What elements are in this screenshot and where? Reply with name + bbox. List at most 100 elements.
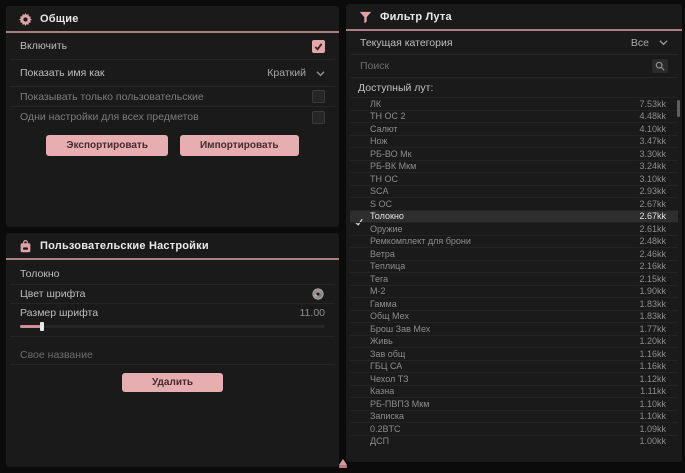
loot-item-value: 2.93kk [639,186,666,196]
loot-row[interactable]: Зав общ 1.16kk [350,347,678,360]
loot-row[interactable]: Чехол ТЗ 1.12kk [350,372,678,385]
selected-item-name: Толокно [20,268,60,280]
funnel-icon [358,10,372,24]
color-wheel-icon[interactable] [311,287,325,301]
delete-button[interactable]: Удалить [122,373,223,392]
loot-item-value: 1.16kk [639,349,666,359]
loot-item-name: Чехол ТЗ [370,374,409,384]
loot-item-name: Живь [370,336,393,346]
same-settings-checkbox[interactable] [312,111,325,124]
loot-item-value: 4.48kk [639,111,666,121]
loot-row[interactable]: Гамма 1.83kk [350,297,678,310]
loot-row[interactable]: 0.2BTC 1.09kk [350,422,678,435]
loot-item-name: ГБЦ СА [370,361,402,371]
font-size-slider[interactable] [20,325,325,328]
loot-row[interactable]: Ветра 2.46kk [350,247,678,260]
loot-item-name: ТН ОС [370,174,398,184]
chevron-down-icon [316,69,325,78]
loot-row[interactable]: Толокно 2.67kk [350,210,678,223]
category-dropdown[interactable]: Все [631,37,668,49]
loot-item-name: Ветра [370,249,395,259]
loot-item-value: 2.15kk [639,274,666,284]
loot-item-value: 1.12kk [639,374,666,384]
loot-item-value: 2.61kk [639,224,666,234]
loot-row[interactable]: ДСП 1.00kk [350,435,678,448]
category-value: Все [631,37,649,49]
name-display-dropdown[interactable]: Краткий [267,67,325,79]
resize-grip[interactable] [337,459,349,471]
loot-row[interactable]: ЛК 7.53kk [350,97,678,110]
loot-filter-title: Фильтр Лута [380,11,452,23]
custom-name-row: Свое название [10,345,335,365]
available-loot-label: Доступный лут: [358,82,433,94]
loot-row[interactable]: РБ-ВК Мкм 3.24kk [350,160,678,173]
loot-row[interactable]: Тега 2.15kk [350,272,678,285]
loot-row[interactable]: Записка 1.10kk [350,410,678,423]
category-label: Текущая категория [360,37,453,49]
loot-row[interactable]: Брош Зав Мех 1.77kk [350,322,678,335]
enable-checkbox[interactable] [312,40,325,53]
loot-item-value: 1.83kk [639,311,666,321]
loot-row[interactable]: S ОС 2.67kk [350,197,678,210]
loot-item-value: 4.10kk [639,124,666,134]
loot-item-name: РБ-ПВПЗ Мкм [370,399,429,409]
loot-row[interactable]: Оружие 2.61kk [350,222,678,235]
loot-item-name: Оружие [370,224,403,234]
selected-item-row: Толокно [10,264,335,285]
loot-item-value: 7.53kk [639,99,666,109]
loot-row[interactable]: Теплица 2.16kk [350,260,678,273]
loot-item-name: 0.2BTC [370,424,401,434]
loot-row[interactable]: Салют 4.10kk [350,122,678,135]
custom-name-input[interactable]: Свое название [20,349,93,361]
category-row: Текущая категория Все [350,31,678,55]
loot-filter-panel: Фильтр Лута Текущая категория Все Поиск … [346,4,682,462]
scrollbar[interactable] [677,100,680,117]
search-input[interactable]: Поиск [360,60,389,72]
enable-label: Включить [20,40,67,52]
font-size-row: Размер шрифта 11.00 [10,304,335,321]
loot-item-value: 1.90kk [639,286,666,296]
loot-item-value: 1.00kk [639,436,666,446]
loot-row[interactable]: ГБЦ СА 1.16kk [350,360,678,373]
loot-item-value: 2.67kk [639,211,666,221]
loot-item-name: Гамма [370,299,397,309]
font-color-label: Цвет шрифта [20,288,86,300]
export-button[interactable]: Экспортировать [46,135,168,156]
loot-item-name: Брош Зав Мех [370,324,430,334]
loot-row[interactable]: Ремкомплект для брони 2.48kk [350,235,678,248]
loot-item-name: Нож [370,136,387,146]
loot-item-value: 2.46kk [639,249,666,259]
setting-row-same-settings: Одни настройки для всех предметов [10,107,335,127]
loot-row[interactable]: Нож 3.47kk [350,135,678,148]
loot-row[interactable]: Общ Мех 1.83kk [350,310,678,323]
loot-item-name: ТН ОС 2 [370,111,406,121]
loot-row[interactable]: Живь 1.20kk [350,335,678,348]
loot-row[interactable]: РБ-ПВПЗ Мкм 1.10kk [350,397,678,410]
loot-item-name: Записка [370,411,404,421]
user-settings-panel: Пользовательские Настройки Толокно Цвет … [6,233,339,467]
font-size-value: 11.00 [300,307,326,319]
font-size-slider-row [10,321,335,337]
search-row: Поиск [350,55,678,78]
only-custom-checkbox[interactable] [312,90,325,103]
loot-row[interactable]: Казна 1.11kk [350,385,678,398]
loot-row[interactable]: М-2 1.90kk [350,285,678,298]
import-button[interactable]: Импортировать [180,135,299,156]
loot-item-value: 1.09kk [639,424,666,434]
name-display-label: Показать имя как [20,67,105,79]
loot-row[interactable]: SCA 2.93kk [350,185,678,198]
loot-row[interactable]: ТН ОС 2 4.48kk [350,110,678,123]
user-settings-title: Пользовательские Настройки [40,240,209,252]
loot-row[interactable]: ТН ОС 3.10kk [350,172,678,185]
available-loot-row: Доступный лут: [350,78,678,97]
name-display-value: Краткий [267,67,306,79]
search-icon[interactable] [652,59,668,73]
general-panel: Общие Включить Показать имя как Краткий … [6,6,339,227]
font-size-label: Размер шрифта [20,307,98,319]
loot-row[interactable]: РБ-ВО Мк 3.30kk [350,147,678,160]
loot-item-value: 2.67kk [639,199,666,209]
slider-handle[interactable] [40,322,44,331]
loot-item-value: 2.16kk [639,261,666,271]
loot-item-value: 1.20kk [639,336,666,346]
loot-item-name: РБ-ВК Мкм [370,161,416,171]
